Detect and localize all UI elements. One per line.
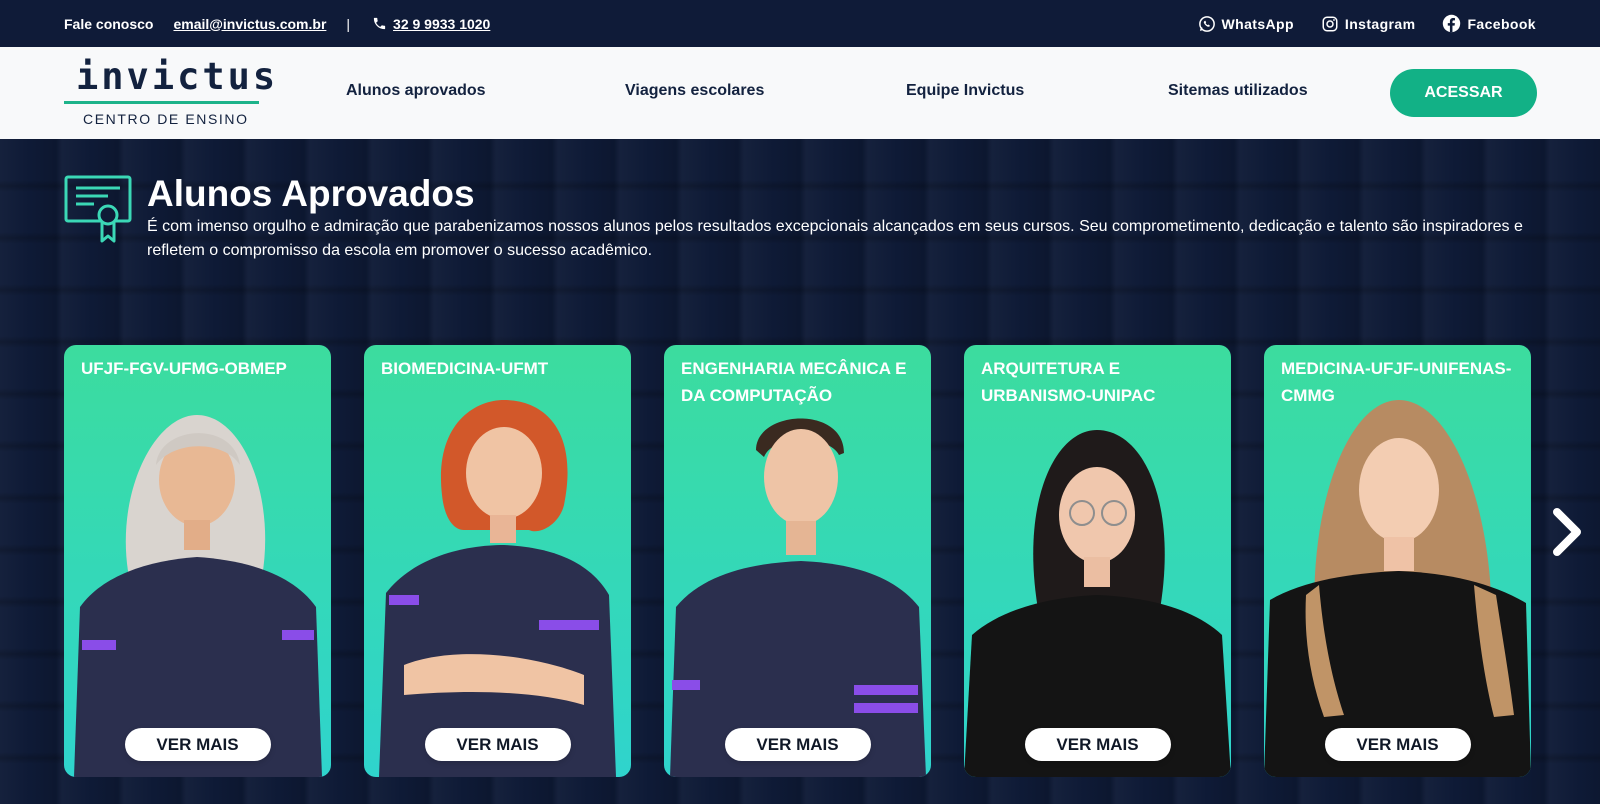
ver-mais-button[interactable]: VER MAIS <box>724 728 871 761</box>
nav-item-equipe-invictus[interactable]: Equipe Invictus <box>906 82 1024 100</box>
phone-icon <box>372 16 387 31</box>
student-photo <box>1264 400 1531 777</box>
certificate-icon <box>64 175 134 250</box>
whatsapp-link[interactable]: WhatsApp <box>1198 15 1294 33</box>
social-links: WhatsApp Instagram Facebook <box>1198 0 1537 47</box>
instagram-label: Instagram <box>1344 15 1416 32</box>
access-button[interactable]: ACESSAR <box>1390 69 1537 117</box>
section-description: É com imenso orgulho e admiração que par… <box>147 218 1523 259</box>
instagram-link[interactable]: Instagram <box>1321 15 1416 33</box>
logo-subtitle: CENTRO DE ENSINO <box>83 111 249 127</box>
separator: | <box>346 15 351 32</box>
student-card[interactable]: UFJF-FGV-UFMG-OBMEP VER MAIS <box>64 345 331 777</box>
logo-underline <box>64 101 259 104</box>
nav-item-alunos-aprovados[interactable]: Alunos aprovados <box>346 82 486 100</box>
invictus-logo[interactable]: invictus CENTRO DE ENSINO <box>64 55 275 129</box>
ver-mais-button[interactable]: VER MAIS <box>1324 728 1471 761</box>
student-card[interactable]: ENGENHARIA MECÂNICA E DA COMPUTAÇÃO VER … <box>664 345 931 777</box>
phone-link[interactable]: 32 9 9933 1020 <box>372 16 490 32</box>
nav-item-sistemas-utilizados[interactable]: Sitemas utilizados <box>1168 82 1308 100</box>
ver-mais-button[interactable]: VER MAIS <box>1024 728 1171 761</box>
phone-number[interactable]: 32 9 9933 1020 <box>393 16 490 32</box>
top-bar: Fale conosco email@invictus.com.br | 32 … <box>0 0 1600 47</box>
student-card[interactable]: MEDICINA-UFJF-UNIFENAS-CMMG VER MAIS <box>1264 345 1531 777</box>
nav-item-viagens-escolares[interactable]: Viagens escolares <box>625 82 764 100</box>
email-link[interactable]: email@invictus.com.br <box>173 16 326 32</box>
contact-info: Fale conosco email@invictus.com.br | 32 … <box>64 0 490 47</box>
logo-wordmark: invictus <box>76 55 279 98</box>
section-title: Alunos Aprovados <box>147 173 475 214</box>
whatsapp-icon <box>1198 15 1216 33</box>
student-photo <box>379 400 616 777</box>
instagram-icon <box>1321 15 1339 33</box>
facebook-icon <box>1442 14 1461 33</box>
facebook-label: Facebook <box>1467 15 1536 32</box>
student-photo <box>964 430 1231 777</box>
contact-label: Fale conosco <box>64 15 154 32</box>
student-photo <box>74 415 322 777</box>
student-photo <box>670 418 926 777</box>
carousel-next-arrow-icon[interactable] <box>1551 508 1583 561</box>
facebook-link[interactable]: Facebook <box>1442 14 1536 33</box>
ver-mais-button[interactable]: VER MAIS <box>124 728 271 761</box>
ver-mais-button[interactable]: VER MAIS <box>424 728 571 761</box>
student-card[interactable]: ARQUITETURA E URBANISMO-UNIPAC VER MAIS <box>964 345 1231 777</box>
student-card[interactable]: BIOMEDICINA-UFMT VER MAIS <box>364 345 631 777</box>
whatsapp-label: WhatsApp <box>1221 15 1294 32</box>
main-nav: invictus CENTRO DE ENSINO Alunos aprovad… <box>0 47 1600 139</box>
